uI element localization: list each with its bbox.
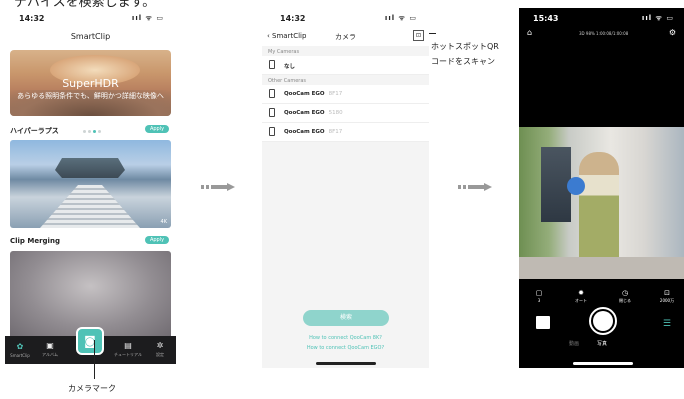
camera-device-icon <box>269 60 275 69</box>
mode-item[interactable]: ▢ 3 <box>529 289 549 303</box>
camera-device-icon <box>269 127 275 136</box>
camera-preview[interactable] <box>519 127 684 279</box>
adjust-icon[interactable]: ☰ <box>663 319 671 329</box>
status-time: 14:32 <box>280 14 306 23</box>
palace-roof <box>55 158 125 178</box>
banner-title: SuperHDR <box>62 77 119 90</box>
camera-modes: ▢ 3 ✹ オート ◷ 閉じる ⊡ 2000万 <box>519 289 684 305</box>
palace-steps <box>40 185 140 228</box>
list-item[interactable]: QooCam EGO 5180 <box>262 104 429 123</box>
tab-tutorial[interactable]: ▤ チュートリアル <box>113 342 143 358</box>
settings-icon: ✲ <box>156 341 164 350</box>
mode-item[interactable]: ✹ オート <box>571 289 591 304</box>
hyperlapse-apply-button[interactable]: Apply <box>145 125 169 133</box>
clip-merging-thumbnail[interactable] <box>10 251 171 339</box>
search-button[interactable]: 検索 <box>303 310 389 326</box>
status-time: 15:43 <box>533 14 559 23</box>
connect-8k-link[interactable]: How to connect QooCam 8K? <box>262 335 429 341</box>
list-item[interactable]: QooCam EGO 8F17 <box>262 85 429 104</box>
page-title: カメラ <box>335 33 356 41</box>
qr-leader <box>429 33 436 34</box>
phone-camera-view: 15:43 ııl ᯤ ▭ ⌂ 3D 98% 1:00:08/1:00:08 ⚙… <box>519 8 684 368</box>
other-cameras-header: Other Cameras <box>268 78 307 84</box>
camera-mark-leader <box>94 340 95 379</box>
superhdr-banner[interactable]: SuperHDR あらゆる照明条件でも、鮮明かつ詳細な映像へ <box>10 50 171 116</box>
tab-smartclip[interactable]: ✿ SmartClip <box>5 342 35 359</box>
mode-photo-label[interactable]: 写真 <box>597 340 607 347</box>
mode-video-label[interactable]: 動画 <box>569 340 579 347</box>
list-item[interactable]: なし <box>262 56 429 75</box>
camera-button[interactable]: ◙ <box>76 327 104 355</box>
gear-icon[interactable]: ⚙ <box>669 28 676 37</box>
shutter-button[interactable] <box>589 307 617 335</box>
mode-item[interactable]: ⊡ 2000万 <box>657 289 677 304</box>
page-title: SmartClip <box>70 32 111 41</box>
section-hyperlapse-title: ハイパーラプス <box>10 127 59 135</box>
list-item[interactable]: QooCam EGO 8F17 <box>262 123 429 142</box>
status-time: 14:32 <box>19 14 45 23</box>
camera-info: 3D 98% 1:00:08/1:00:08 <box>579 31 629 36</box>
home-icon[interactable]: ⌂ <box>527 28 532 37</box>
tab-settings[interactable]: ✲ 設定 <box>145 342 175 358</box>
flow-arrow-2 <box>458 183 492 191</box>
section-clip-merging-title: Clip Merging <box>10 237 60 245</box>
connect-ego-link[interactable]: How to connect QooCam EGO? <box>262 345 429 351</box>
clip-merging-apply-button[interactable]: Apply <box>145 236 169 244</box>
status-icons: ııl ᯤ ▭ <box>131 14 164 22</box>
tutorial-icon: ▤ <box>124 341 132 350</box>
camera-top-row: ⌂ 3D 98% 1:00:08/1:00:08 ⚙ <box>519 28 684 42</box>
status-bar: 14:32 ııl ᯤ ▭ <box>5 8 176 28</box>
carousel-dots <box>83 118 103 137</box>
qr-scan-icon[interactable]: ⊡ <box>413 30 424 41</box>
hyperlapse-thumbnail[interactable]: 4K <box>10 140 171 228</box>
camera-device-icon <box>269 89 275 98</box>
album-icon: ▣ <box>46 341 54 350</box>
home-indicator <box>572 362 633 365</box>
phone-smartclip-home: 14:32 ııl ᯤ ▭ SmartClip SuperHDR あらゆる照明条… <box>5 8 176 364</box>
qr-scan-label-2: コードをスキャン <box>431 57 495 66</box>
camera-mark-label: カメラマーク <box>68 384 116 393</box>
tab-album[interactable]: ▣ アルバム <box>35 342 65 358</box>
tab-bar: ✿ SmartClip ▣ アルバム ◙ ▤ チュートリアル ✲ 設定 <box>5 327 176 364</box>
resolution-badge: 4K <box>160 219 167 225</box>
status-bar: 15:43 ııl ᯤ ▭ <box>519 8 684 28</box>
nav-bar: ‹ SmartClip カメラ ⊡ <box>262 28 429 46</box>
status-icons: ııl ᯤ ▭ <box>384 14 417 22</box>
status-icons: ııl ᯤ ▭ <box>641 14 674 22</box>
status-bar: 14:32 ııl ᯤ ▭ <box>262 8 429 28</box>
camera-device-icon <box>269 108 275 117</box>
home-indicator <box>315 362 376 365</box>
gallery-icon[interactable] <box>536 316 550 329</box>
banner-subtitle: あらゆる照明条件でも、鮮明かつ詳細な映像へ <box>17 92 164 100</box>
mode-item[interactable]: ◷ 閉じる <box>615 289 635 304</box>
my-cameras-header: My Cameras <box>268 49 300 55</box>
phone-camera-list: 14:32 ııl ᯤ ▭ ‹ SmartClip カメラ ⊡ My Camer… <box>262 8 429 368</box>
flow-arrow-1 <box>201 183 235 191</box>
smartclip-icon: ✿ <box>16 342 24 351</box>
qr-scan-label-1: ホットスポットQR <box>431 42 499 51</box>
